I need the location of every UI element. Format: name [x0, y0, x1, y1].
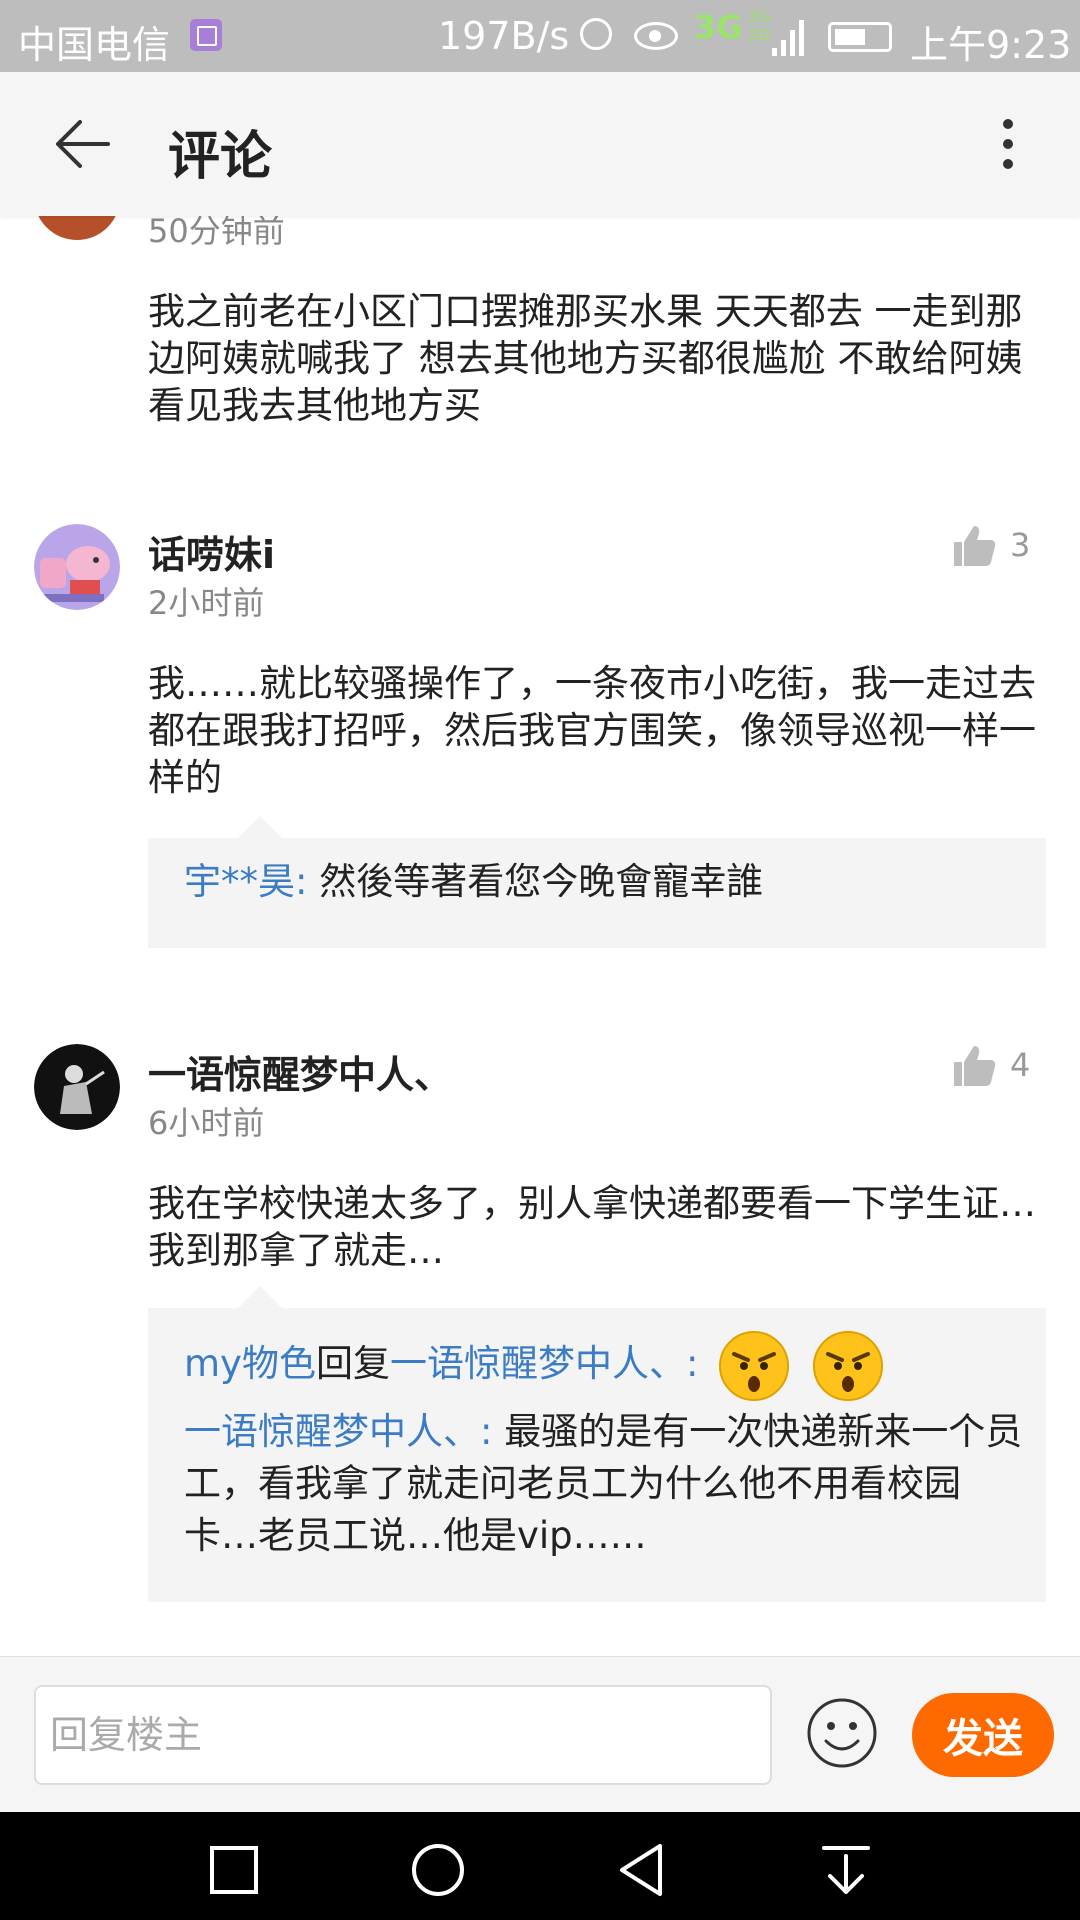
- clock: 上午9:23: [910, 23, 1072, 67]
- reply-author[interactable]: my物色: [184, 1342, 316, 1385]
- reply-line: my物色回复一语惊醒梦中人、:: [184, 1326, 1024, 1402]
- network-speed: 197B/s: [438, 14, 570, 58]
- avatar[interactable]: [34, 524, 120, 610]
- like-count: 4: [1010, 1046, 1031, 1084]
- gallery-notification-icon: [190, 19, 222, 51]
- status-bar: 中国电信 197B/s 3G 3G 2G 上午9:23: [0, 0, 1080, 72]
- comment-time: 2小时前: [148, 584, 265, 622]
- recent-apps-icon[interactable]: [206, 1842, 262, 1898]
- reply-line: 宇**昊: 然後等著看您今晚會寵幸誰: [184, 856, 1024, 908]
- thumbs-up-icon: [954, 526, 996, 566]
- carrier-label: 中国电信: [18, 23, 171, 67]
- network-type: 3G: [694, 8, 743, 46]
- reply-box[interactable]: my物色回复一语惊醒梦中人、: 一语惊醒梦中人、: 最骚的是有一次快递新来一个员…: [148, 1286, 1046, 1602]
- send-button[interactable]: 发送: [912, 1693, 1054, 1777]
- back-arrow-icon[interactable]: [52, 118, 112, 170]
- thumbs-up-icon: [954, 1046, 996, 1086]
- reply-target[interactable]: 一语惊醒梦中人、:: [390, 1342, 698, 1385]
- reply-line: 一语惊醒梦中人、: 最骚的是有一次快递新来一个员工，看我拿了就走问老员工为什么他…: [184, 1406, 1024, 1562]
- angry-emoji-icon: [812, 1330, 883, 1401]
- comment-username[interactable]: 一语惊醒梦中人、: [148, 1044, 452, 1099]
- app-bar: 评论: [0, 72, 1080, 216]
- angry-emoji-icon: [719, 1330, 790, 1401]
- reply-author[interactable]: 一语惊醒梦中人、:: [184, 1410, 492, 1453]
- network-type-small: 3G 2G: [748, 7, 771, 44]
- emoji-picker-icon[interactable]: [806, 1697, 878, 1769]
- system-nav-bar: [0, 1812, 1080, 1920]
- eye-comfort-icon: [634, 22, 678, 50]
- reply-text: 然後等著看您今晚會寵幸誰: [319, 860, 764, 903]
- avatar[interactable]: [34, 216, 120, 240]
- battery-icon: [828, 22, 892, 52]
- notification-pulldown-icon[interactable]: [818, 1842, 874, 1898]
- comment-body: 我在学校快递太多了，别人拿快递都要看一下学生证…我到那拿了就走…: [148, 1182, 1036, 1272]
- reply-composer: 发送: [0, 1656, 1080, 1813]
- comment-body: 我之前老在小区门口摆摊那买水果 天天都去 一走到那边阿姨就喊我了 想去其他地方买…: [148, 290, 1023, 427]
- like-button[interactable]: 4: [950, 1042, 1050, 1090]
- reply-connector: 回复: [315, 1342, 390, 1385]
- back-icon[interactable]: [614, 1842, 670, 1898]
- reply-author[interactable]: 宇**昊:: [184, 860, 307, 903]
- comment-time: 50分钟前: [148, 216, 285, 250]
- avatar[interactable]: [34, 1044, 120, 1130]
- like-button[interactable]: 3: [950, 522, 1050, 570]
- signal-icon: [772, 18, 806, 56]
- like-count: 3: [1010, 526, 1031, 564]
- reply-input[interactable]: [34, 1685, 772, 1785]
- comment-username[interactable]: 话唠妹i: [148, 524, 275, 579]
- comment-body: 我……就比较骚操作了，一条夜市小吃街，我一走过去都在跟我打招呼，然后我官方围笑，…: [148, 662, 1036, 799]
- reply-box[interactable]: 宇**昊: 然後等著看您今晚會寵幸誰: [148, 816, 1046, 948]
- home-icon[interactable]: [410, 1842, 466, 1898]
- comment-list[interactable]: 50分钟前 我之前老在小区门口摆摊那买水果 天天都去 一走到那边阿姨就喊我了 想…: [0, 216, 1080, 1656]
- alarm-icon: [580, 18, 612, 50]
- comment-time: 6小时前: [148, 1104, 265, 1142]
- more-options-icon[interactable]: [990, 114, 1026, 174]
- page-title: 评论: [168, 127, 273, 187]
